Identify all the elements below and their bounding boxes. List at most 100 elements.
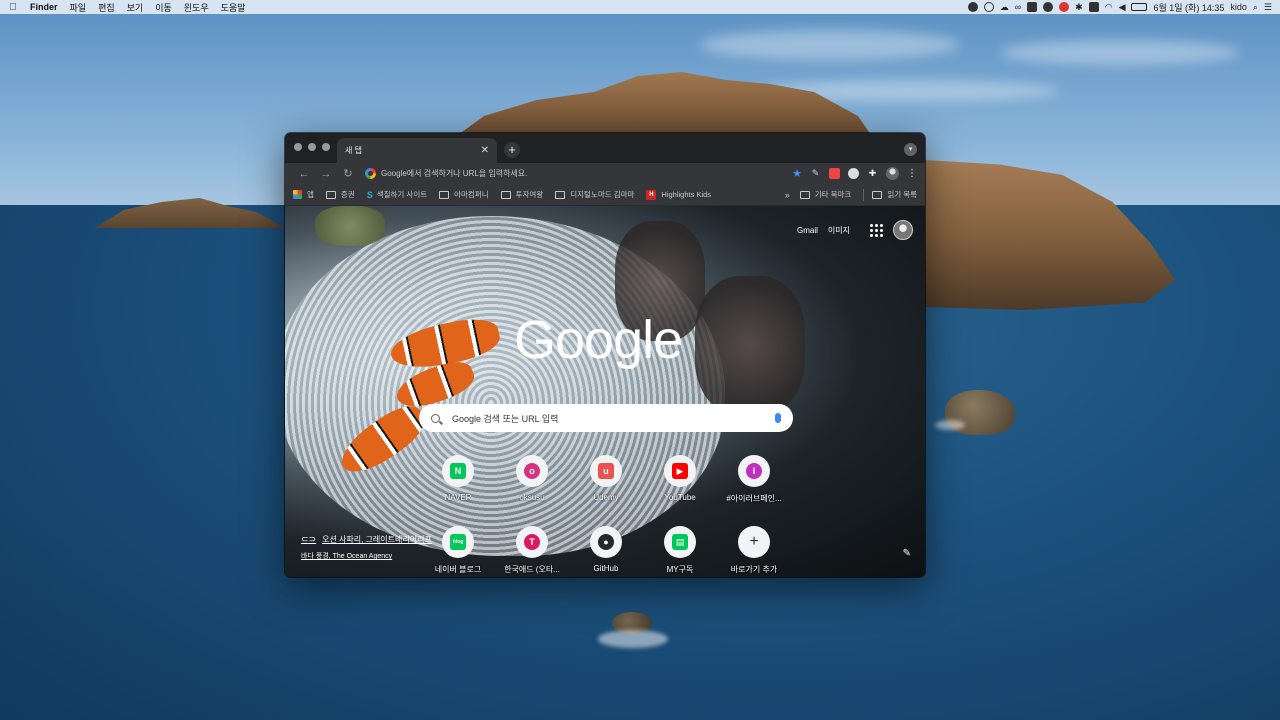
shortcut-icon-circle: I	[738, 455, 770, 487]
maximize-window-button[interactable]	[322, 143, 330, 151]
google-apps-icon[interactable]	[870, 223, 883, 237]
background-attribution: ⊂⊃ 오션 사파리, 그레이트배리어리프 바다 풍경, The Ocean Ag…	[301, 534, 432, 561]
folder-icon	[500, 190, 511, 199]
shortcut-tile[interactable]: ▤ MY구독	[643, 526, 717, 575]
menu-kebab-icon[interactable]: ⋮	[907, 168, 917, 179]
shortcut-tile[interactable]: o oksusu	[495, 455, 569, 504]
menu-datetime[interactable]: 6월 1일 (화) 14:35	[1153, 1, 1224, 14]
search-placeholder: Google 검색 또는 URL 입력	[452, 413, 559, 424]
shortcut-favicon: ▶	[672, 463, 688, 479]
close-window-button[interactable]	[294, 143, 302, 151]
bookmark-label: 디지털노마드 김마마	[570, 190, 635, 199]
forward-icon[interactable]: →	[315, 168, 337, 180]
add-shortcut-icon: +	[749, 533, 759, 550]
shortcuts-grid: N NAVER o oksusu u Udemy ▶ YouTube I #아이러브페인... bl…	[421, 455, 791, 575]
images-link[interactable]: 이미지	[828, 225, 850, 236]
tray-keyboard-icon[interactable]	[1027, 2, 1038, 12]
shortcut-tile[interactable]: + 바로가기 추가	[717, 526, 791, 575]
attribution-credit[interactable]: 바다 풍경, The Ocean Agency	[301, 551, 432, 561]
tray-glasses-icon[interactable]: ∞	[1015, 2, 1021, 12]
shortcut-label: NAVER	[444, 493, 472, 502]
menu-go[interactable]: 이동	[155, 1, 172, 14]
omnibox-placeholder: Google에서 검색하거나 URL을 입력하세요.	[381, 169, 528, 178]
menu-view[interactable]: 보기	[127, 1, 144, 14]
customize-pencil-icon[interactable]: ✎	[903, 548, 911, 559]
battery-icon[interactable]	[1131, 3, 1148, 11]
bookmark-folder[interactable]: 투자여왕	[500, 189, 543, 200]
attribution-link[interactable]: ⊂⊃ 오션 사파리, 그레이트배리어리프	[301, 534, 432, 545]
circle-extension-icon[interactable]	[848, 168, 859, 179]
menu-help[interactable]: 도움말	[221, 1, 246, 14]
shortcut-label: GitHub	[593, 564, 619, 573]
tray-cloud-icon[interactable]: ☁	[1000, 2, 1009, 13]
bookmark-site[interactable]: H Highlights Kids	[646, 189, 711, 200]
bookmark-folder[interactable]: 증권	[325, 189, 355, 200]
folder-icon	[555, 190, 566, 199]
reading-list-label: 읽기 목록	[887, 190, 917, 199]
new-tab-button[interactable]: +	[504, 142, 520, 158]
window-controls	[294, 143, 330, 151]
shortcut-label: #아이러브페인...	[726, 494, 782, 503]
bookmark-star-icon[interactable]: ★	[792, 167, 802, 180]
shortcut-tile[interactable]: blog 네이버 블로그	[421, 526, 495, 575]
menu-window[interactable]: 윈도우	[184, 1, 209, 14]
tab-search-icon[interactable]: ▾	[904, 143, 917, 156]
shortcut-tile[interactable]: u Udemy	[569, 455, 643, 504]
tray-record-icon[interactable]	[1059, 2, 1070, 12]
folder-icon	[799, 190, 810, 199]
shortcut-label: 한국애드 (오타...	[504, 565, 560, 574]
google-g-icon	[365, 168, 376, 179]
bluetooth-icon[interactable]: ✱	[1075, 2, 1083, 13]
menu-edit[interactable]: 편집	[98, 1, 115, 14]
red-extension-icon[interactable]	[829, 168, 840, 179]
wifi-icon[interactable]: ◠	[1105, 2, 1113, 13]
back-icon[interactable]: ←	[293, 168, 315, 180]
close-tab-icon[interactable]: ✕	[481, 145, 489, 156]
wallpaper-foam	[935, 420, 965, 430]
volume-icon[interactable]: ◀	[1119, 2, 1126, 13]
reload-icon[interactable]: ↻	[337, 167, 359, 180]
other-bookmarks[interactable]: 기타 북마크	[799, 189, 851, 200]
tray-sync-icon[interactable]	[983, 2, 994, 12]
shortcut-label: oksusu	[519, 493, 545, 502]
menu-file[interactable]: 파일	[70, 1, 87, 14]
omnibox[interactable]: Google에서 검색하거나 URL을 입력하세요.	[359, 165, 792, 182]
microphone-icon[interactable]	[775, 413, 781, 423]
tray-p-icon[interactable]	[1043, 2, 1054, 12]
bookmark-apps[interactable]: 앱	[293, 189, 314, 200]
bookmark-folder[interactable]: 아마컴퍼니	[439, 189, 489, 200]
spotlight-icon[interactable]: ⌕	[1253, 2, 1258, 13]
gmail-link[interactable]: Gmail	[797, 226, 818, 235]
minimize-window-button[interactable]	[308, 143, 316, 151]
shortcut-tile[interactable]: T 한국애드 (오타...	[495, 526, 569, 575]
tray-app-icon[interactable]	[967, 2, 978, 12]
shortcut-favicon: I	[746, 463, 762, 479]
profile-avatar-icon[interactable]	[886, 167, 899, 180]
apple-menu-icon[interactable]: 	[8, 2, 18, 13]
bookmarks-overflow-icon[interactable]: »	[785, 190, 790, 200]
tab-new-tab[interactable]: 새 탭 ✕	[337, 138, 497, 163]
background-coral	[695, 276, 805, 416]
shortcut-tile[interactable]: ▶ YouTube	[643, 455, 717, 504]
pen-extension-icon[interactable]: ✎	[810, 168, 821, 179]
background-coral	[315, 206, 385, 246]
bookmark-label: 색칠하기 사이트	[376, 190, 428, 199]
shortcut-icon-circle: ▶	[664, 455, 696, 487]
menu-user[interactable]: kido	[1230, 2, 1247, 12]
ntp-header: Gmail 이미지	[797, 220, 913, 240]
shortcut-icon-circle: T	[516, 526, 548, 558]
shortcut-tile[interactable]: ● GitHub	[569, 526, 643, 575]
extensions-puzzle-icon[interactable]: ✚	[867, 168, 878, 179]
shortcut-favicon: N	[450, 463, 466, 479]
reading-list[interactable]: 읽기 목록	[872, 189, 917, 200]
control-center-icon[interactable]: ☰	[1264, 2, 1272, 13]
bookmark-label: 증권	[340, 190, 355, 199]
account-avatar[interactable]	[893, 220, 913, 240]
search-input[interactable]: Google 검색 또는 URL 입력	[419, 404, 793, 432]
shortcut-tile[interactable]: I #아이러브페인...	[717, 455, 791, 504]
shortcut-tile[interactable]: N NAVER	[421, 455, 495, 504]
bookmark-site[interactable]: S 색칠하기 사이트	[367, 189, 427, 200]
menu-app-name[interactable]: Finder	[30, 2, 58, 12]
tray-grid-icon[interactable]	[1088, 2, 1099, 12]
bookmark-folder[interactable]: 디지털노마드 김마마	[555, 189, 634, 200]
